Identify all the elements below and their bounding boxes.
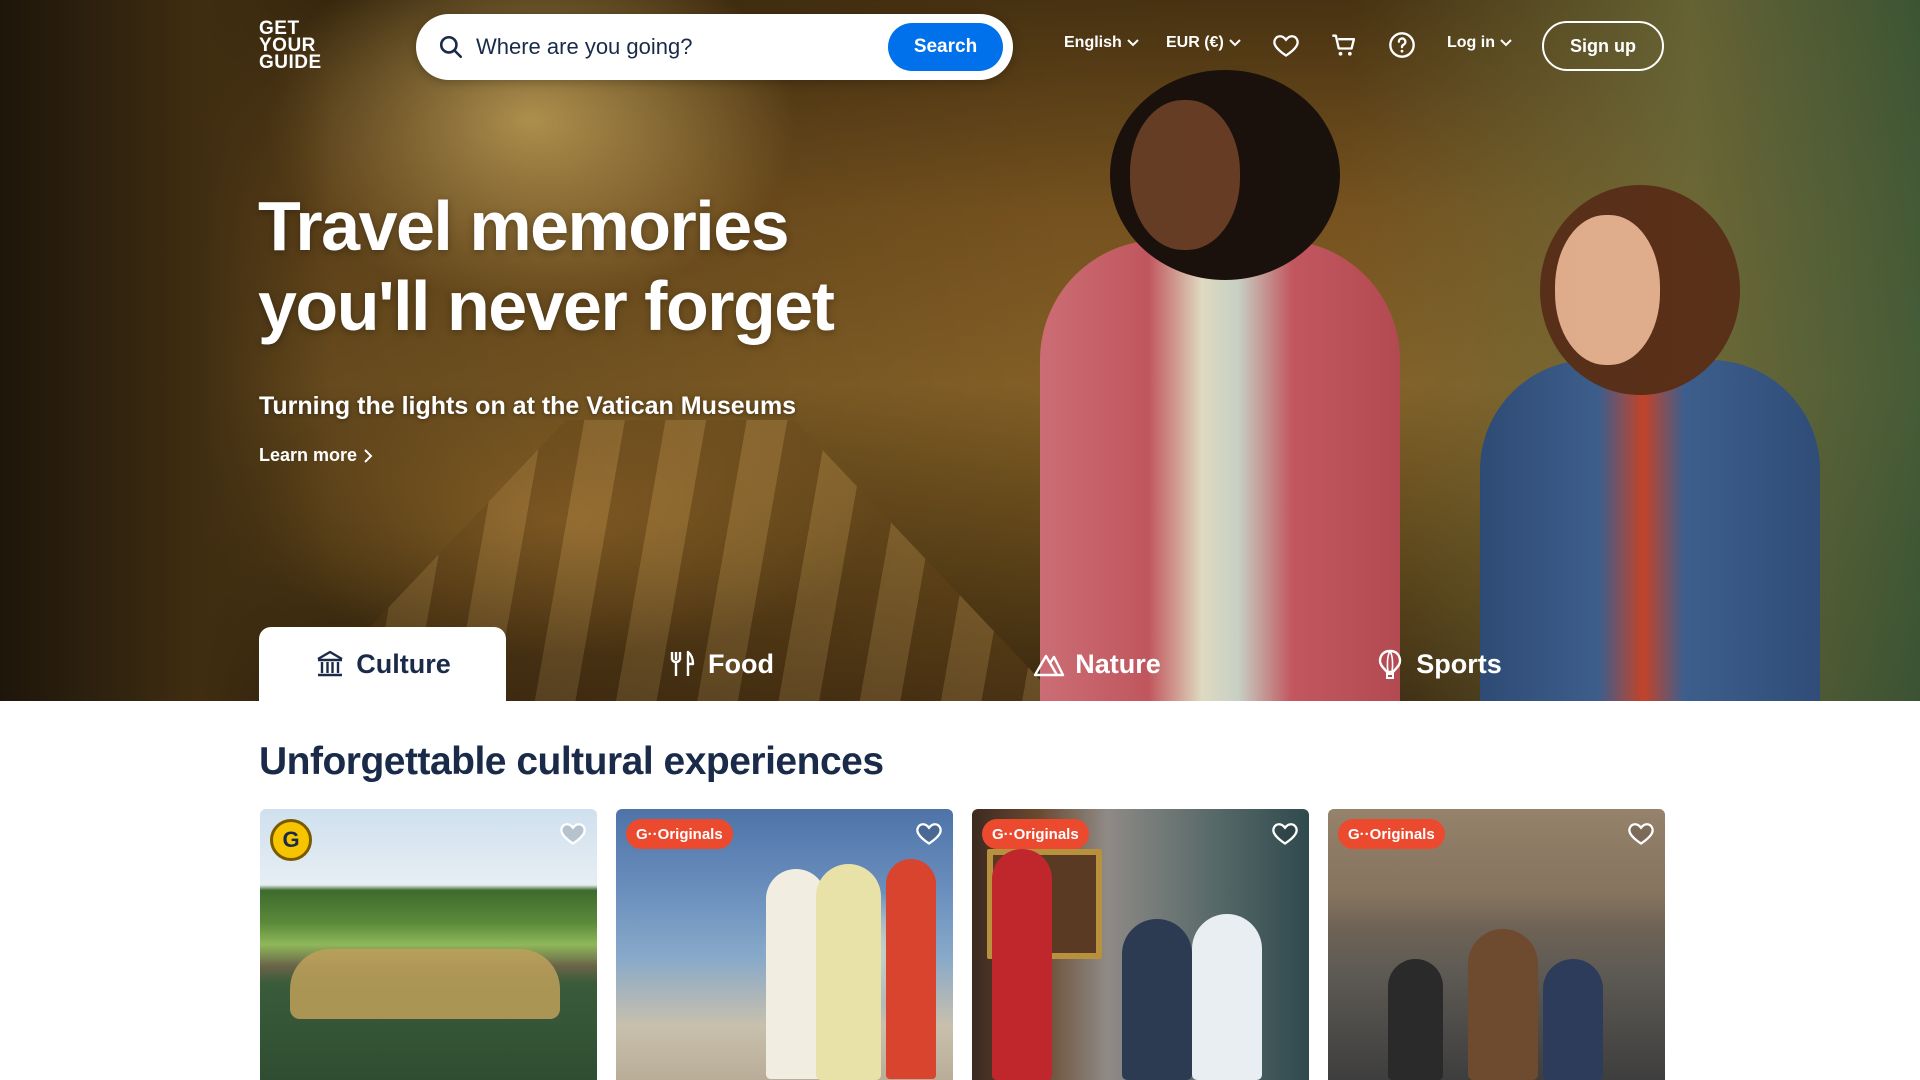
- hero-overlay: [0, 0, 1920, 701]
- card-image-versailles-fountain: [260, 809, 597, 1080]
- cart-icon[interactable]: [1330, 31, 1358, 59]
- mountain-icon: [1034, 654, 1065, 677]
- language-selector[interactable]: English: [1064, 34, 1140, 52]
- help-icon[interactable]: [1388, 31, 1416, 59]
- currency-label: EUR (€): [1166, 34, 1224, 51]
- wishlist-heart-icon[interactable]: [1272, 31, 1300, 59]
- wishlist-heart-icon[interactable]: [915, 819, 943, 847]
- wishlist-heart-icon[interactable]: [559, 819, 587, 847]
- museum-icon: [317, 650, 343, 677]
- chevron-down-icon: [1229, 39, 1241, 47]
- tab-culture[interactable]: Culture: [259, 627, 506, 701]
- login-menu[interactable]: Log in: [1447, 34, 1513, 52]
- certified-badge: G: [270, 819, 312, 861]
- tab-sports-label: Sports: [1416, 648, 1502, 679]
- tab-food[interactable]: Food: [650, 627, 790, 701]
- hot-air-balloon-icon: [1379, 649, 1402, 679]
- guide-figure: [1468, 929, 1538, 1080]
- logo-line-3: GUIDE: [259, 52, 322, 73]
- cutlery-icon: [670, 650, 695, 676]
- activity-card[interactable]: G··Originals: [616, 809, 953, 1080]
- search-input[interactable]: [476, 28, 866, 66]
- search-icon: [439, 35, 463, 59]
- search-bar: Search: [416, 14, 1013, 80]
- section-title: Unforgettable cultural experiences: [259, 740, 884, 783]
- chevron-down-icon: [1500, 39, 1512, 47]
- visitor-figure: [886, 859, 936, 1079]
- visitor-figure: [1543, 959, 1603, 1080]
- fountain-statues: [290, 949, 560, 1019]
- hero-subheadline: Turning the lights on at the Vatican Mus…: [259, 392, 797, 420]
- currency-selector[interactable]: EUR (€): [1166, 34, 1242, 52]
- visitor-figure: [816, 864, 881, 1080]
- signup-button[interactable]: Sign up: [1542, 21, 1664, 71]
- search-button[interactable]: Search: [888, 23, 1003, 71]
- visitor-figure: [1122, 919, 1192, 1080]
- tab-food-label: Food: [708, 648, 774, 679]
- language-label: English: [1064, 34, 1122, 51]
- getyourguide-logo[interactable]: GET YOUR GUIDE: [259, 19, 329, 73]
- hero-headline-line-1: Travel memories: [258, 187, 790, 265]
- originals-badge: G··Originals: [1338, 819, 1445, 849]
- tab-culture-label: Culture: [356, 648, 451, 679]
- activity-card[interactable]: G··Originals: [1328, 809, 1665, 1080]
- originals-badge: G··Originals: [982, 819, 1089, 849]
- wishlist-heart-icon[interactable]: [1627, 819, 1655, 847]
- learn-more-link[interactable]: Learn more: [259, 445, 373, 466]
- learn-more-label: Learn more: [259, 445, 358, 465]
- activity-card[interactable]: G: [260, 809, 597, 1080]
- tab-sports[interactable]: Sports: [1368, 627, 1508, 701]
- wishlist-heart-icon[interactable]: [1271, 819, 1299, 847]
- chevron-down-icon: [1127, 39, 1139, 47]
- hero-headline-line-2: you'll never forget: [258, 267, 835, 345]
- originals-badge: G··Originals: [626, 819, 733, 849]
- visitor-figure: [1192, 914, 1262, 1080]
- visitor-figure: [1388, 959, 1443, 1080]
- tab-nature[interactable]: Nature: [1012, 627, 1182, 701]
- chevron-right-icon: [364, 448, 373, 463]
- activity-card[interactable]: G··Originals: [972, 809, 1309, 1080]
- hero-headline: Travel memories you'll never forget: [258, 186, 958, 346]
- guide-figure: [992, 849, 1052, 1080]
- login-label: Log in: [1447, 34, 1495, 51]
- tab-nature-label: Nature: [1075, 648, 1161, 679]
- hero-banner: [0, 0, 1920, 701]
